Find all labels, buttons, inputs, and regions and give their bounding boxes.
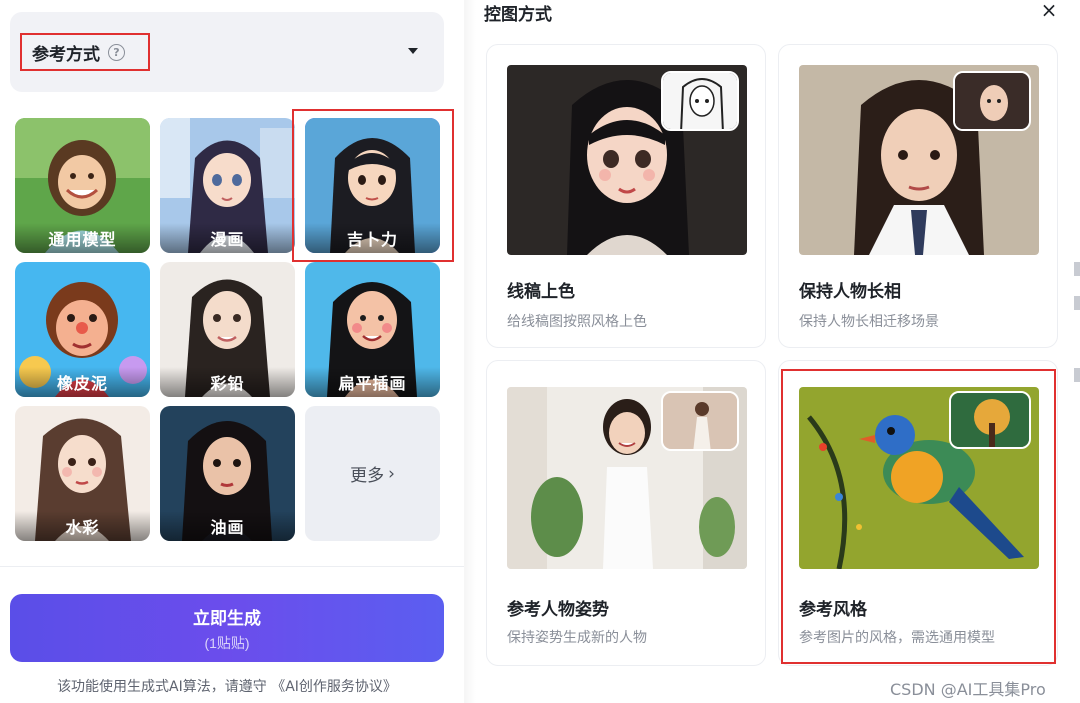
style-tile-flat-illustration[interactable]: 扁平插画 (305, 262, 440, 397)
tree-painting-icon (951, 393, 1029, 447)
style-tile-general[interactable]: 通用模型 (15, 118, 150, 253)
divider (0, 566, 464, 567)
card-description: 保持姿势生成新的人物 (507, 630, 647, 646)
style-tile-comic[interactable]: 漫画 (160, 118, 295, 253)
more-label: 更多 (350, 466, 385, 486)
style-panel: 参考方式 ? 通用模型 漫画 吉卜力 橡皮泥 彩铅 扁平插画 水彩 油画 更多 … (0, 0, 464, 703)
style-label: 彩铅 (160, 367, 295, 397)
style-label: 扁平插画 (305, 367, 440, 397)
style-tile-oil-painting[interactable]: 油画 (160, 406, 295, 541)
style-label: 橡皮泥 (15, 367, 150, 397)
control-mode-panel: 控图方式 × 线稿上色 给线稿图按照风格上色 保持人物长相 保持人物长相迁移场景… (464, 0, 1080, 703)
pose-reference-thumbnail (661, 391, 739, 451)
control-card-reference-pose[interactable]: 参考人物姿势 保持姿势生成新的人物 (486, 360, 766, 666)
style-reference-thumbnail (949, 391, 1031, 449)
reference-mode-title: 参考方式 (32, 44, 100, 65)
panel-shadow (464, 0, 476, 703)
generate-label: 立即生成 (193, 608, 261, 628)
card-title: 线稿上色 (507, 282, 575, 302)
card-title: 参考人物姿势 (507, 600, 609, 620)
lineart-sketch-icon (663, 73, 737, 129)
chevron-right-icon: › (388, 463, 395, 484)
card-title: 保持人物长相 (799, 282, 901, 302)
control-card-reference-style[interactable]: 参考风格 参考图片的风格，需选通用模型 (778, 360, 1058, 666)
chevron-down-icon[interactable] (408, 48, 418, 54)
style-label: 漫画 (160, 223, 295, 253)
style-tile-colored-pencil[interactable]: 彩铅 (160, 262, 295, 397)
style-tile-watercolor[interactable]: 水彩 (15, 406, 150, 541)
style-label: 吉卜力 (305, 223, 440, 253)
style-label: 水彩 (15, 511, 150, 541)
reference-mode-dropdown[interactable]: 参考方式 ? (10, 12, 444, 92)
dancer-pose-icon (663, 393, 737, 449)
generate-button[interactable]: 立即生成 (1贴贴) (10, 594, 444, 662)
face-reference-thumbnail (953, 71, 1031, 131)
reference-mode-title-highlight: 参考方式 ? (20, 33, 150, 71)
style-tile-clay[interactable]: 橡皮泥 (15, 262, 150, 397)
control-card-lineart-coloring[interactable]: 线稿上色 给线稿图按照风格上色 (486, 44, 766, 348)
card-title: 参考风格 (799, 600, 867, 620)
edge-mark (1074, 368, 1080, 382)
style-label: 通用模型 (15, 223, 150, 253)
edge-mark (1074, 262, 1080, 276)
lineart-reference-thumbnail (661, 71, 739, 131)
control-card-keep-face[interactable]: 保持人物长相 保持人物长相迁移场景 (778, 44, 1058, 348)
edge-mark (1074, 296, 1080, 310)
help-icon[interactable]: ? (108, 43, 125, 61)
style-grid: 通用模型 漫画 吉卜力 橡皮泥 彩铅 扁平插画 水彩 油画 更多 › (15, 118, 440, 541)
woman-face-photo-icon (955, 73, 1029, 129)
disclaimer-text: 该功能使用生成式AI算法，请遵守 《AI创作服务协议》 (57, 679, 397, 695)
card-description: 保持人物长相迁移场景 (799, 314, 939, 330)
watermark-text: CSDN @AI工具集Pro (890, 680, 1046, 699)
close-icon[interactable]: × (1038, 0, 1060, 20)
more-styles-button[interactable]: 更多 › (305, 406, 440, 541)
generate-cost: (1贴贴) (204, 634, 250, 651)
card-description: 给线稿图按照风格上色 (507, 314, 647, 330)
panel-title: 控图方式 (484, 5, 552, 25)
card-description: 参考图片的风格，需选通用模型 (799, 630, 995, 646)
style-label: 油画 (160, 511, 295, 541)
style-tile-ghibli[interactable]: 吉卜力 (305, 118, 440, 253)
